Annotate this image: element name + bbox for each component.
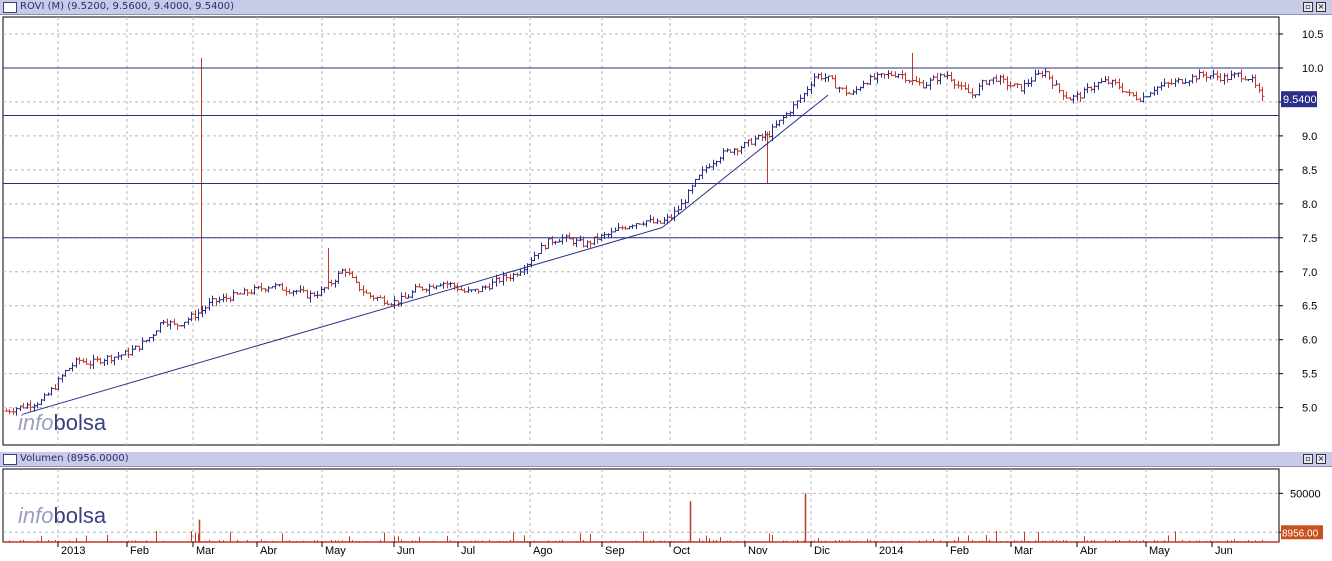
x-tick-label: Feb	[130, 545, 149, 557]
y-tick-label: 6.0	[1302, 335, 1317, 347]
x-tick-label: Mar	[1014, 545, 1033, 557]
x-tick-label: Feb	[950, 545, 969, 557]
price-chart: 5.05.56.06.57.07.58.08.59.09.510.010.59.…	[2, 16, 1323, 446]
y-tick-label: 7.0	[1302, 267, 1317, 279]
x-tick-label: Oct	[673, 545, 690, 557]
y-tick-label: 10.5	[1302, 29, 1323, 41]
y-tick-label: 8.5	[1302, 165, 1317, 177]
x-tick-label: Jun	[397, 545, 415, 557]
price-panel-title: ROVI (M) (9.5200, 9.5600, 9.4000, 9.5400…	[20, 1, 235, 12]
price-panel-titlebar: ROVI (M) (9.5200, 9.5600, 9.4000, 9.5400…	[0, 0, 1332, 15]
watermark-logo: infobolsa	[18, 410, 107, 435]
last-price-label: 9.5400	[1283, 94, 1317, 106]
x-tick-label: Mar	[196, 545, 215, 557]
plot-area	[2, 16, 1280, 446]
x-tick-label: May	[325, 545, 346, 557]
y-tick-label: 5.0	[1302, 403, 1317, 415]
x-tick-label: May	[1149, 545, 1170, 557]
x-tick-label: Abr	[260, 545, 277, 557]
restore-button[interactable]: ▫	[1303, 2, 1313, 12]
watermark-logo: infobolsa	[18, 503, 107, 528]
volume-plot-area	[2, 468, 1280, 543]
volume-panel-title: Volumen (8956.0000)	[20, 453, 129, 464]
y-tick-label: 6.5	[1302, 301, 1317, 313]
window-icon	[3, 454, 17, 465]
x-tick-label: Jul	[461, 545, 475, 557]
x-tick-label: Nov	[748, 545, 768, 557]
last-volume-label: 8956.00	[1282, 528, 1319, 539]
y-tick-label: 10.0	[1302, 63, 1323, 75]
x-tick-label: Sep	[605, 545, 625, 557]
price-panel: ROVI (M) (9.5200, 9.5600, 9.4000, 9.5400…	[0, 0, 1332, 452]
x-tick-label: 2013	[61, 545, 85, 557]
volume-panel: Volumen (8956.0000) ▫ × 10000500008956.0…	[0, 452, 1332, 561]
volume-chart: 10000500008956.00infobolsa2013FebMarAbrM…	[2, 468, 1323, 557]
x-tick-label: 2014	[879, 545, 903, 557]
window-icon	[3, 2, 17, 13]
x-tick-label: Ago	[533, 545, 553, 557]
x-tick-label: Abr	[1080, 545, 1097, 557]
x-tick-label: Dic	[814, 545, 830, 557]
y-tick-label: 50000	[1290, 488, 1321, 500]
y-tick-label: 5.5	[1302, 369, 1317, 381]
y-tick-label: 8.0	[1302, 199, 1317, 211]
volume-panel-titlebar: Volumen (8956.0000) ▫ ×	[0, 452, 1332, 467]
y-tick-label: 9.0	[1302, 131, 1317, 143]
y-tick-label: 7.5	[1302, 233, 1317, 245]
restore-button[interactable]: ▫	[1303, 454, 1313, 464]
x-tick-label: Jun	[1215, 545, 1233, 557]
close-button[interactable]: ×	[1316, 454, 1326, 464]
close-button[interactable]: ×	[1316, 2, 1326, 12]
